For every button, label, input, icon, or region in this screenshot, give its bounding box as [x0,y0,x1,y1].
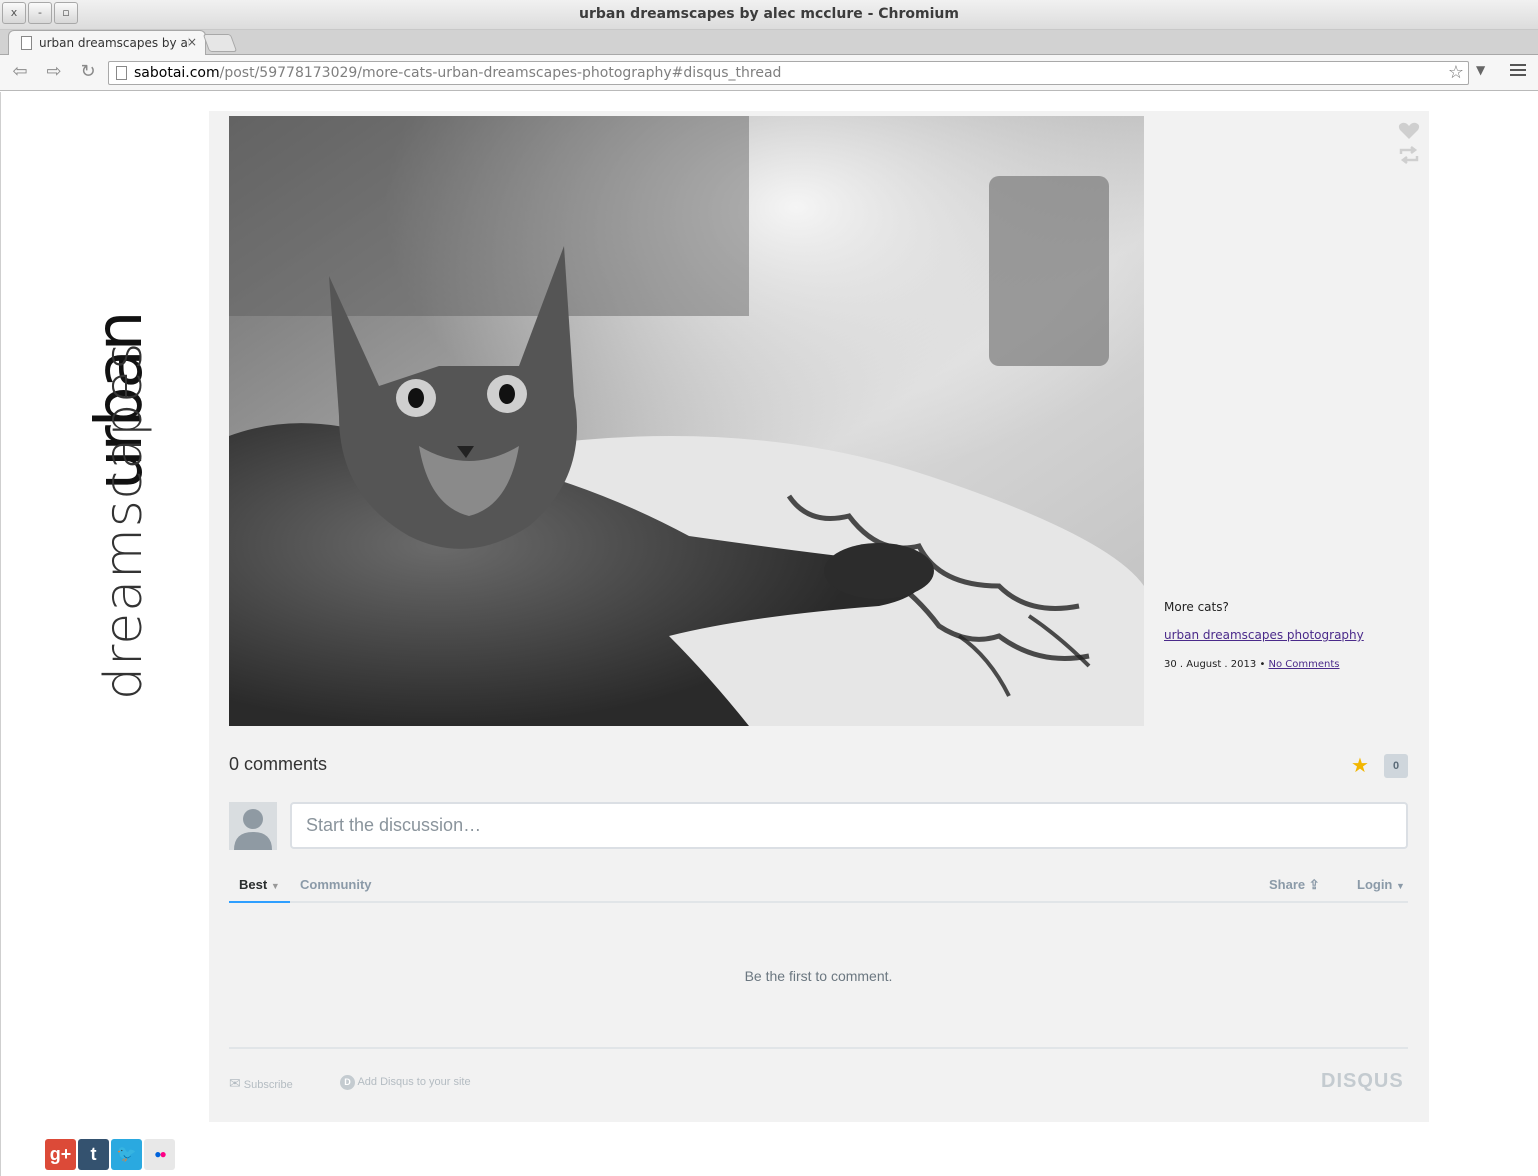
post-meta: 30 . August . 2013 • No Comments [1164,659,1340,670]
menu-icon[interactable] [1510,64,1526,79]
envelope-icon: ✉ [229,1075,241,1091]
forward-icon[interactable]: ⇨ [42,61,66,83]
social-links: g+ t 🐦 ●● [45,1139,175,1170]
disqus-logo[interactable]: DISQUS [1321,1070,1404,1093]
post-photo[interactable] [229,116,1144,726]
post-caption: More cats? [1164,600,1229,614]
tab-close-icon[interactable]: × [187,35,197,49]
tab-best[interactable]: Best ▼ [229,867,290,903]
logo-word-dreamscapes: dreamscapes [94,341,154,700]
comments-link[interactable]: No Comments [1269,659,1340,670]
browser-toolbar: ⇦ ⇨ ↻ sabotai.com/post/59778173029/more-… [0,55,1538,91]
chevron-down-icon: ▼ [270,881,280,891]
google-plus-icon[interactable]: g+ [45,1139,76,1170]
reblog-icon[interactable] [1398,146,1420,168]
web-page: urban dreamscapes g+ t 🐦 ●● More cats? u… [0,92,1538,1176]
share-icon: ⇪ [1308,877,1320,892]
page-icon [116,66,127,80]
add-disqus-link[interactable]: D Add Disqus to your site [340,1075,471,1090]
post-container: More cats? urban dreamscapes photography… [209,111,1429,1122]
back-icon[interactable]: ⇦ [8,61,32,83]
disqus-d-icon: D [340,1075,355,1090]
post-date: 30 . August . 2013 [1164,659,1257,670]
recommend-count: 0 [1384,754,1408,778]
footer-divider [229,1047,1408,1049]
recommend-star-icon[interactable]: ★ [1351,753,1369,777]
bookmark-star-icon[interactable]: ☆ [1448,62,1464,83]
reload-icon[interactable]: ↻ [76,61,100,83]
share-button[interactable]: Share ⇪ [1269,877,1320,893]
tab-community[interactable]: Community [300,877,372,892]
blog-logo[interactable]: urban dreamscapes [46,300,157,700]
browser-tab[interactable]: urban dreamscapes by ale × [8,30,206,55]
window-title: urban dreamscapes by alec mcclure - Chro… [579,6,959,22]
comment-count: 0 comments [229,754,328,774]
comment-sort-tabs: Best ▼ Community Share ⇪ Login ▼ [229,867,1408,903]
subscribe-link[interactable]: ✉ Subscribe [229,1075,293,1092]
twitter-icon[interactable]: 🐦 [111,1139,142,1170]
new-tab-button[interactable] [202,34,238,52]
chevron-down-icon: ▼ [1396,881,1405,891]
post-source-link[interactable]: urban dreamscapes photography [1164,628,1364,642]
tab-title: urban dreamscapes by ale [39,36,189,50]
url-text[interactable]: sabotai.com/post/59778173029/more-cats-u… [134,65,781,81]
login-button[interactable]: Login ▼ [1357,877,1405,892]
avatar [229,802,277,850]
meta-separator: • [1259,659,1266,670]
page-icon [21,36,32,50]
tumblr-icon[interactable]: t [78,1139,109,1170]
empty-comments-message: Be the first to comment. [744,968,893,984]
flickr-icon[interactable]: ●● [144,1139,175,1170]
tab-strip: urban dreamscapes by ale × [0,30,1538,55]
window-title-bar: x - ▫ urban dreamscapes by alec mcclure … [0,0,1538,30]
cat-photo-image [229,116,1144,726]
address-bar[interactable]: sabotai.com/post/59778173029/more-cats-u… [108,61,1469,85]
chevron-down-icon[interactable]: ▼ [1476,63,1485,77]
comment-input[interactable]: Start the discussion… [290,802,1408,849]
heart-icon[interactable] [1398,122,1420,144]
